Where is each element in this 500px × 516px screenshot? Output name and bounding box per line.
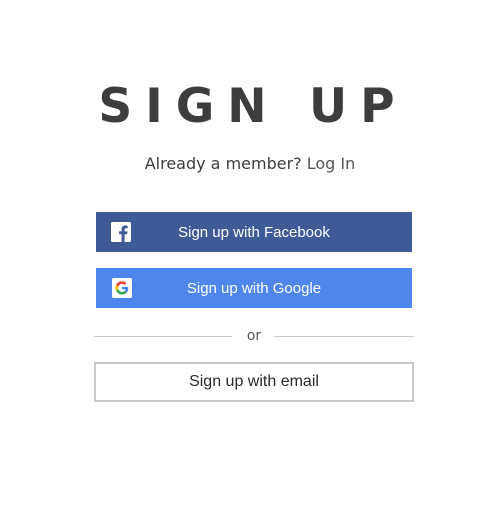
- login-prompt: Already a member? Log In: [0, 153, 500, 175]
- facebook-signup-button[interactable]: Sign up with Facebook: [96, 212, 412, 252]
- google-signup-label: Sign up with Google: [186, 279, 322, 297]
- email-signup-label: Sign up with email: [189, 373, 319, 390]
- facebook-signup-label: Sign up with Facebook: [178, 223, 330, 241]
- login-prompt-text: Already a member?: [144, 154, 302, 173]
- google-signup-button[interactable]: Sign up with Google: [96, 268, 412, 308]
- email-signup-button[interactable]: Sign up with email: [94, 362, 414, 402]
- login-link[interactable]: Log In: [307, 154, 356, 173]
- or-divider: or: [94, 326, 414, 346]
- facebook-icon: [111, 222, 131, 242]
- google-icon: [112, 278, 132, 298]
- divider-line-right: [274, 336, 414, 337]
- page-title: SIGN UP: [98, 79, 408, 134]
